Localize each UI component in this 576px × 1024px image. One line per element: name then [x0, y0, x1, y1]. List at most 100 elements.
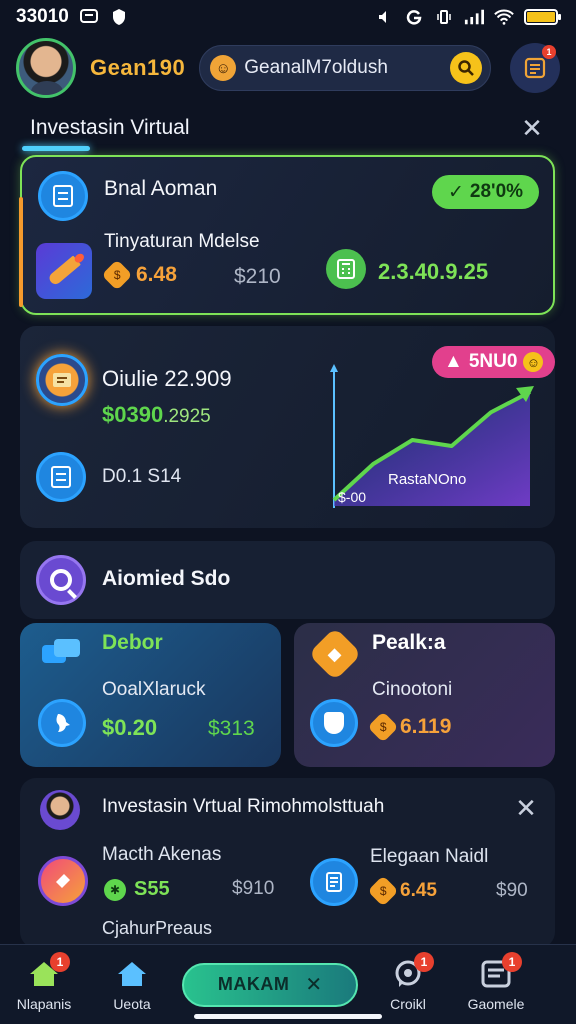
chart-corner-label: $-00	[338, 489, 366, 505]
nav-games-badge: 1	[502, 951, 522, 972]
calculator-icon	[326, 249, 366, 289]
dollar-main: $0390	[102, 402, 164, 427]
list-avatar	[40, 790, 80, 830]
home-icon: 1	[28, 951, 70, 990]
debor-tile[interactable]: Debor OoalXlaruck $0.20 $313	[20, 623, 281, 767]
card4-value-green: $0.20	[102, 715, 158, 740]
item1-coin: S55	[134, 878, 170, 900]
card2-title: Oiulie 22.909	[102, 366, 232, 391]
nav-chat-badge: 1	[414, 951, 434, 972]
card2-row-label: D0.1 S14	[102, 466, 182, 487]
card4-title: Debor	[102, 631, 163, 654]
notification-button[interactable]: 1	[510, 43, 560, 93]
wifi-icon	[494, 7, 514, 27]
app-header: Gean190 ☺ GeanalM7oldush 1	[0, 34, 576, 102]
diamond-icon: ◆	[308, 627, 362, 681]
card3-title: Aiomied Sdo	[102, 567, 231, 590]
green-coin-icon: ✱	[104, 878, 126, 901]
percent-badge: ✓ 28'0%	[432, 175, 540, 209]
settings-card[interactable]: Aiomied Sdo	[20, 541, 555, 619]
card1-subtitle: Tinyaturan Mdelse	[104, 231, 260, 252]
list-doc-icon	[36, 452, 86, 502]
status-time: 33010	[16, 6, 69, 27]
coin-icon: $	[367, 711, 399, 743]
close-icon[interactable]: ✕	[518, 113, 546, 143]
search-text[interactable]: GeanalM7oldush	[244, 57, 442, 79]
item1-muted: $910	[232, 878, 275, 899]
house-icon	[116, 958, 148, 990]
percent-value: 28'0%	[469, 181, 524, 202]
item2-coin-group: $ 6.45	[367, 875, 437, 907]
status-left: 33010	[16, 6, 129, 28]
item1-title: Macth Akenas	[102, 844, 222, 865]
investment-list-card[interactable]: Investasin Vrtual Rimohmolsttuah ✕ Macth…	[20, 778, 555, 948]
card6-close-icon[interactable]: ✕	[512, 793, 540, 823]
document-icon	[38, 171, 88, 221]
main-action-close-icon[interactable]: ✕	[305, 972, 322, 997]
pin-icon	[38, 856, 88, 906]
growth-chart-svg: RastaNOno $-00	[330, 364, 534, 508]
smiley-icon: ☺	[210, 55, 237, 81]
mute-icon	[374, 7, 394, 27]
nav-label-2: Ueota	[113, 995, 151, 1012]
growth-chart: RastaNOno $-00	[330, 360, 540, 512]
chart-label: RastaNOno	[388, 471, 466, 488]
g-icon	[404, 7, 424, 27]
bird-icon	[38, 699, 86, 747]
section-title: Investasin Virtual	[30, 116, 190, 139]
dollar-small: .2925	[163, 406, 211, 427]
card6-title: Investasin Vrtual Rimohmolsttuah	[102, 796, 385, 817]
chart-y-arrow	[330, 364, 338, 372]
message-icon	[79, 7, 99, 27]
card4-value-muted: $313	[208, 717, 255, 740]
nav-label-5: Gaomele	[467, 995, 525, 1012]
section-underline	[22, 146, 90, 151]
profile-avatar[interactable]	[16, 38, 76, 98]
nav-item-second[interactable]: Ueota	[88, 958, 176, 1012]
check-icon: ✓	[448, 181, 464, 203]
nav-item-games[interactable]: 1 Gaomele	[452, 951, 540, 1012]
card5-value: 6.119	[400, 715, 452, 738]
shield-icon	[109, 7, 129, 27]
pealka-tile[interactable]: ◆ Pealk:a Cinootoni $ 6.119	[294, 623, 555, 767]
coin-value: 6.48	[136, 263, 177, 286]
search-icon[interactable]	[450, 52, 483, 84]
main-action-label: MAKAM	[217, 974, 290, 994]
settings-search-icon	[36, 555, 86, 605]
wallet-icon	[36, 354, 88, 406]
main-action-button[interactable]: MAKAM ✕	[182, 962, 358, 1007]
nav-item-home[interactable]: 1 Nlapanis	[0, 951, 88, 1012]
coin-value-group: $ 6.48	[101, 259, 177, 291]
status-right	[374, 7, 561, 27]
notification-badge: 1	[542, 45, 556, 59]
item3-title: CjahurPreaus	[102, 918, 213, 938]
menu-icon: 1	[480, 951, 522, 990]
vibrate-icon	[434, 7, 454, 27]
card1-green-value: 2.3.40.9.25	[378, 259, 489, 284]
battery-icon	[524, 9, 561, 25]
chat-bubble-icon: 1	[392, 951, 434, 990]
nav-label-4: Croikl	[390, 995, 426, 1012]
card5-value-group: $ 6.119	[367, 711, 452, 743]
item2-coin: 6.45	[400, 880, 437, 901]
coin-icon: $	[101, 259, 133, 291]
card5-subtitle: Cinootoni	[372, 679, 453, 700]
nav-label-1: Nlapanis	[16, 995, 72, 1012]
chat-icon	[42, 639, 80, 669]
card2-dollar: $0390.2925	[102, 402, 211, 428]
investment-card-chart[interactable]: Oiulie 22.909 $0390.2925 D0.1 S14 ▲ 5NU0…	[20, 326, 556, 528]
bottom-nav: 1 Nlapanis Ueota MAKAM ✕ 1 Croikl 1 Gaom…	[0, 944, 576, 1024]
search-bar[interactable]: ☺ GeanalM7oldush	[199, 45, 492, 91]
coin-icon: $	[367, 875, 399, 907]
nav-item-chat[interactable]: 1 Croikl	[364, 951, 452, 1012]
nav-home-badge: 1	[50, 951, 70, 972]
investment-card-primary[interactable]: Bnal Aoman ✓ 28'0% Tinyaturan Mdelse $ 6…	[19, 155, 555, 315]
home-indicator[interactable]	[194, 1014, 382, 1019]
username: Gean190	[90, 55, 186, 80]
shield-badge-icon	[310, 699, 358, 747]
card1-muted-value: $210	[234, 265, 281, 288]
signal-icon	[464, 7, 484, 27]
card1-title: Bnal Aoman	[104, 177, 218, 200]
section-header: Investasin Virtual ✕	[0, 108, 576, 148]
item2-title: Elegaan Naidl	[370, 846, 489, 867]
